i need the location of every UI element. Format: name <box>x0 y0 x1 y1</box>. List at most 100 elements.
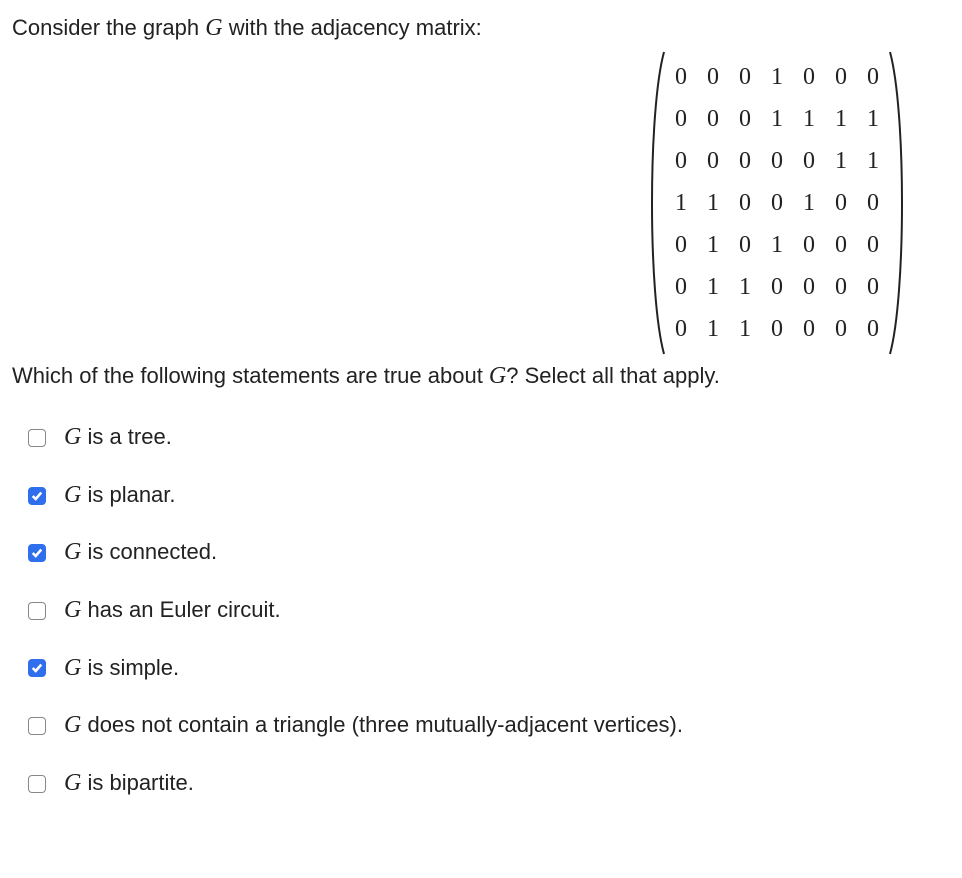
option-var: G <box>64 597 81 623</box>
matrix-cell: 0 <box>706 56 720 98</box>
matrix-row: 0000011 <box>674 140 880 182</box>
matrix-cell: 0 <box>834 182 848 224</box>
matrix-cell: 1 <box>770 98 784 140</box>
option-var: G <box>64 655 81 681</box>
matrix-cell: 0 <box>706 140 720 182</box>
option-label: G does not contain a triangle (three mut… <box>64 709 683 743</box>
matrix-cell: 0 <box>770 140 784 182</box>
question-prompt: Which of the following statements are tr… <box>12 360 950 394</box>
matrix-cell: 0 <box>674 266 688 308</box>
matrix-cell: 0 <box>770 266 784 308</box>
matrix-cell: 0 <box>866 56 880 98</box>
matrix-cell: 0 <box>674 98 688 140</box>
option-label: G is bipartite. <box>64 767 194 801</box>
matrix-row: 0001111 <box>674 98 880 140</box>
matrix-cell: 1 <box>674 182 688 224</box>
matrix-cell: 0 <box>802 56 816 98</box>
opt-planar[interactable]: G is planar. <box>28 479 950 513</box>
matrix-cell: 0 <box>674 140 688 182</box>
matrix-cell: 0 <box>674 56 688 98</box>
matrix-cell: 0 <box>802 266 816 308</box>
question-intro: Consider the graph G with the adjacency … <box>12 12 950 46</box>
matrix-row: 0110000 <box>674 308 880 350</box>
intro-text-post: with the adjacency matrix: <box>223 15 482 40</box>
matrix-row: 1100100 <box>674 182 880 224</box>
option-label: G has an Euler circuit. <box>64 594 281 628</box>
opt-connected[interactable]: G is connected. <box>28 536 950 570</box>
matrix-cell: 1 <box>802 98 816 140</box>
checkbox[interactable] <box>28 429 46 447</box>
checkbox[interactable] <box>28 487 46 505</box>
matrix-cell: 0 <box>834 224 848 266</box>
checkbox[interactable] <box>28 602 46 620</box>
option-var: G <box>64 482 81 508</box>
option-var: G <box>64 770 81 796</box>
option-text: is planar. <box>81 482 175 507</box>
matrix-cell: 0 <box>866 182 880 224</box>
matrix-cell: 1 <box>706 224 720 266</box>
left-paren-icon <box>644 50 666 356</box>
option-label: G is planar. <box>64 479 176 513</box>
checkbox[interactable] <box>28 717 46 735</box>
matrix-cell: 0 <box>738 224 752 266</box>
checkbox[interactable] <box>28 775 46 793</box>
matrix-cell: 0 <box>738 98 752 140</box>
matrix-cell: 0 <box>802 224 816 266</box>
matrix-cell: 0 <box>802 308 816 350</box>
opt-euler[interactable]: G has an Euler circuit. <box>28 594 950 628</box>
option-var: G <box>64 712 81 738</box>
matrix-cell: 0 <box>674 308 688 350</box>
matrix-cell: 1 <box>866 140 880 182</box>
matrix-cell: 0 <box>738 56 752 98</box>
option-text: is bipartite. <box>81 770 194 795</box>
question-text-post: ? Select all that apply. <box>506 363 720 388</box>
matrix-cell: 1 <box>834 140 848 182</box>
intro-text-pre: Consider the graph <box>12 15 205 40</box>
matrix-cell: 1 <box>738 308 752 350</box>
checkbox[interactable] <box>28 659 46 677</box>
option-text: is a tree. <box>81 424 171 449</box>
matrix-cell: 0 <box>706 98 720 140</box>
options-list: G is a tree.G is planar.G is connected.G… <box>12 421 950 800</box>
matrix-cell: 0 <box>866 224 880 266</box>
matrix-cell: 0 <box>738 140 752 182</box>
right-paren-icon <box>888 50 910 356</box>
adjacency-matrix: 0001000000111100000111100100010100001100… <box>644 50 910 356</box>
matrix-cell: 1 <box>706 182 720 224</box>
opt-triangle[interactable]: G does not contain a triangle (three mut… <box>28 709 950 743</box>
matrix-cell: 1 <box>770 224 784 266</box>
matrix-cell: 0 <box>834 308 848 350</box>
option-label: G is connected. <box>64 536 217 570</box>
option-text: has an Euler circuit. <box>81 597 280 622</box>
opt-bipartite[interactable]: G is bipartite. <box>28 767 950 801</box>
option-var: G <box>64 539 81 565</box>
option-label: G is simple. <box>64 652 179 686</box>
matrix-cell: 0 <box>866 308 880 350</box>
intro-var: G <box>205 15 222 41</box>
option-var: G <box>64 424 81 450</box>
matrix-cell: 0 <box>834 56 848 98</box>
option-text: is connected. <box>81 539 217 564</box>
opt-simple[interactable]: G is simple. <box>28 652 950 686</box>
option-label: G is a tree. <box>64 421 172 455</box>
matrix-container: 0001000000111100000111100100010100001100… <box>12 50 950 356</box>
matrix-cell: 0 <box>834 266 848 308</box>
matrix-cell: 0 <box>738 182 752 224</box>
option-text: does not contain a triangle (three mutua… <box>81 712 683 737</box>
opt-tree[interactable]: G is a tree. <box>28 421 950 455</box>
matrix-cell: 0 <box>770 182 784 224</box>
matrix-cell: 1 <box>834 98 848 140</box>
checkbox[interactable] <box>28 544 46 562</box>
question-var: G <box>489 363 506 389</box>
matrix-cell: 0 <box>674 224 688 266</box>
matrix-row: 0110000 <box>674 266 880 308</box>
matrix-cell: 1 <box>802 182 816 224</box>
matrix-cell: 0 <box>802 140 816 182</box>
matrix-cell: 1 <box>738 266 752 308</box>
option-text: is simple. <box>81 655 179 680</box>
matrix-cell: 0 <box>866 266 880 308</box>
matrix-row: 0001000 <box>674 56 880 98</box>
matrix-cell: 0 <box>770 308 784 350</box>
question-text-pre: Which of the following statements are tr… <box>12 363 489 388</box>
matrix-cell: 1 <box>706 308 720 350</box>
